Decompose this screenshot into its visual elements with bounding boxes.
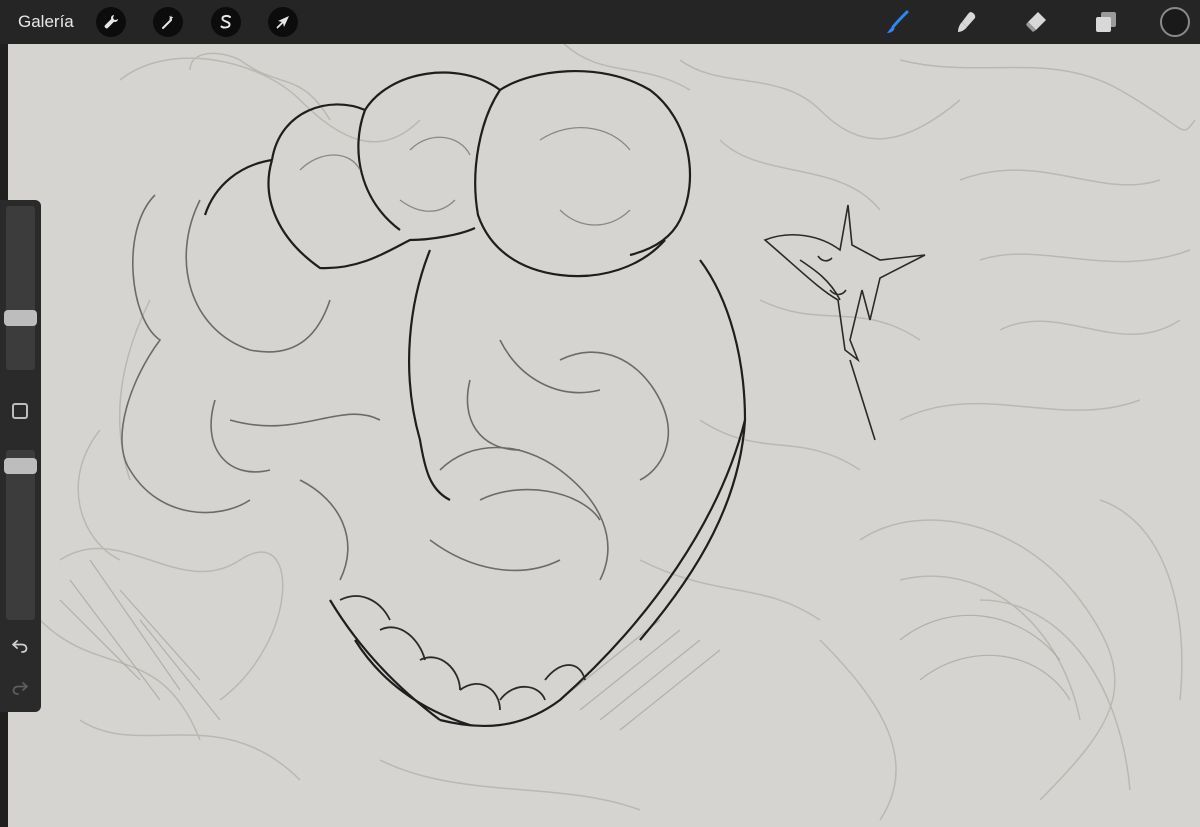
modify-button[interactable] xyxy=(12,403,28,419)
selection-s-icon xyxy=(220,14,231,29)
actions-button[interactable] xyxy=(96,7,126,37)
color-picker-button[interactable] xyxy=(1160,7,1190,37)
opacity-slider[interactable] xyxy=(6,450,35,620)
redo-icon xyxy=(12,682,28,695)
brush-size-slider[interactable] xyxy=(6,206,35,370)
smudge-button[interactable] xyxy=(951,6,983,38)
brush-size-thumb[interactable] xyxy=(4,309,37,326)
drawing-canvas[interactable] xyxy=(0,44,1200,827)
sketch-artwork xyxy=(39,44,1196,821)
layers-icon xyxy=(1096,12,1116,32)
magic-wand-icon xyxy=(162,15,174,29)
redo-button[interactable] xyxy=(8,676,32,700)
undo-icon xyxy=(12,640,28,653)
undo-button[interactable] xyxy=(8,634,32,658)
top-toolbar: Galería xyxy=(0,0,1200,44)
left-sidebar xyxy=(0,200,41,712)
adjustments-button[interactable] xyxy=(153,7,183,37)
arrow-cursor-icon xyxy=(276,16,289,29)
eraser-button[interactable] xyxy=(1020,6,1052,38)
brush-icon xyxy=(887,10,909,33)
eraser-icon xyxy=(1026,12,1046,32)
layers-button[interactable] xyxy=(1090,6,1122,38)
transform-button[interactable] xyxy=(268,7,298,37)
opacity-thumb[interactable] xyxy=(4,457,37,474)
selection-button[interactable] xyxy=(211,7,241,37)
wrench-icon xyxy=(104,15,118,29)
smudge-icon xyxy=(958,12,976,32)
gallery-button[interactable]: Galería xyxy=(18,12,74,32)
brush-button[interactable] xyxy=(882,6,914,38)
